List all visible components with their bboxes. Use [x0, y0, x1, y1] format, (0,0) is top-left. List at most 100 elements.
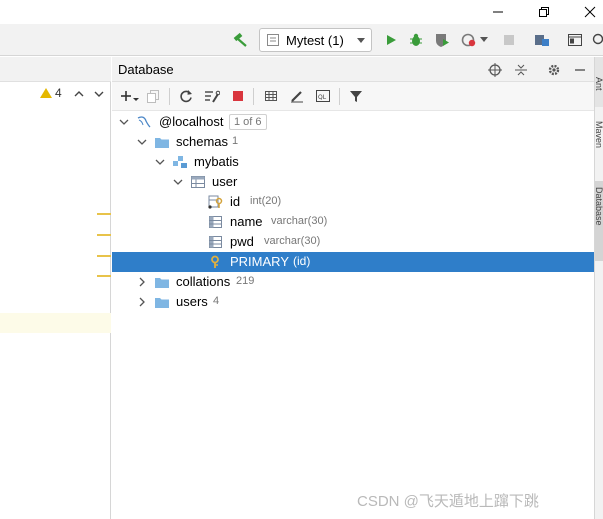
tree-node-column-name[interactable]: name varchar(30)	[112, 212, 594, 232]
settings-button[interactable]	[543, 57, 565, 82]
disconnect-button[interactable]	[227, 85, 249, 107]
gear-icon	[548, 64, 560, 75]
tree-node-column-pwd[interactable]: pwd varchar(30)	[112, 232, 594, 252]
duplicate-button[interactable]	[142, 85, 164, 107]
node-label: mybatis	[194, 154, 239, 169]
profile-options-button[interactable]	[477, 24, 491, 56]
close-window-button[interactable]	[570, 0, 603, 24]
bug-icon	[410, 33, 422, 46]
database-tab[interactable]: Database	[594, 181, 603, 261]
node-count: 219	[236, 275, 255, 287]
chevron-down-icon	[357, 38, 365, 43]
tree-node-users[interactable]: users 4	[112, 292, 594, 312]
node-label: PRIMARY	[230, 254, 289, 269]
coverage-button[interactable]	[431, 24, 453, 56]
chevron-down-icon	[480, 37, 488, 42]
project-structure-button[interactable]	[531, 24, 553, 56]
column-icon	[209, 236, 222, 248]
watermark: CSDN @飞天遁地上蹿下跳	[357, 493, 539, 510]
profiler-icon	[461, 33, 476, 47]
sql-console-icon: QL	[316, 90, 330, 102]
chevron-up-icon[interactable]	[73, 88, 85, 100]
toolbar-separator	[339, 88, 340, 105]
tree-node-schemas[interactable]: schemas 1	[112, 132, 594, 152]
node-count: 1	[232, 135, 239, 147]
open-query-console-button[interactable]: QL	[312, 85, 334, 107]
warning-marker[interactable]	[97, 213, 111, 215]
tree-node-primary-key[interactable]: PRIMARY (id)	[112, 252, 594, 272]
column-type: varchar(30)	[271, 215, 328, 227]
collapse-all-button[interactable]	[510, 57, 532, 82]
run-button[interactable]	[380, 24, 402, 56]
project-structure-icon	[535, 35, 549, 46]
schema-count-badge[interactable]: 1 of 6	[229, 114, 267, 130]
filter-button[interactable]	[345, 85, 367, 107]
build-button[interactable]	[229, 24, 251, 56]
tab-label: Maven	[594, 121, 603, 149]
tree-node-column-id[interactable]: id int(20)	[112, 192, 594, 212]
folder-icon	[155, 298, 169, 308]
database-header: Database	[112, 57, 594, 82]
node-label: id	[230, 194, 241, 209]
node-count: 4	[213, 295, 220, 307]
warning-icon	[40, 88, 52, 98]
tree-node-user-table[interactable]: user	[112, 172, 594, 192]
tree-node-localhost[interactable]: @localhost 1 of 6	[112, 112, 594, 132]
datasource-properties-button[interactable]	[201, 85, 223, 107]
main-toolbar: Mytest (1)	[0, 24, 603, 56]
minimize-icon	[493, 11, 503, 13]
debug-button[interactable]	[405, 24, 427, 56]
run-config-selector[interactable]: Mytest (1)	[259, 28, 372, 52]
minimize-button[interactable]	[478, 0, 518, 24]
copy-icon	[147, 90, 159, 103]
hide-panel-button[interactable]	[569, 57, 591, 82]
table-view-button[interactable]	[260, 85, 282, 107]
play-icon	[387, 35, 396, 45]
close-icon	[584, 6, 596, 18]
chevron-down-icon[interactable]	[93, 88, 105, 100]
inspection-widget[interactable]: 4	[40, 86, 62, 100]
stop-icon	[504, 35, 514, 45]
ant-tab[interactable]: Ant	[594, 57, 603, 107]
terminal-button[interactable]	[564, 24, 586, 56]
tree-node-mybatis[interactable]: mybatis	[112, 152, 594, 172]
add-datasource-button[interactable]	[116, 85, 144, 107]
refresh-button[interactable]	[175, 85, 197, 107]
chevron-down-icon[interactable]	[173, 177, 183, 187]
maven-tab[interactable]: Maven	[594, 115, 603, 173]
schema-icon	[173, 156, 187, 168]
node-label: pwd	[230, 234, 254, 249]
run-config-label: Mytest (1)	[286, 32, 344, 48]
database-toolbar: QL	[112, 82, 594, 111]
editor-panel: 4	[0, 57, 111, 519]
filter-icon	[350, 91, 362, 102]
chevron-down-icon[interactable]	[119, 117, 129, 127]
tab-label: Ant	[594, 77, 603, 91]
warning-marker[interactable]	[97, 234, 111, 236]
table-icon	[265, 91, 277, 101]
current-line-highlight	[0, 313, 111, 333]
chevron-right-icon[interactable]	[137, 277, 147, 287]
key-columns: (id)	[293, 254, 311, 268]
warning-marker[interactable]	[97, 275, 111, 277]
warning-count: 4	[55, 86, 62, 100]
config-file-icon	[267, 34, 279, 46]
folder-icon	[155, 138, 169, 148]
search-everywhere-button[interactable]	[590, 24, 603, 56]
chevron-down-icon[interactable]	[137, 137, 147, 147]
editor-tab-bar	[0, 57, 111, 82]
title-bar	[0, 0, 603, 24]
stop-button[interactable]	[498, 24, 520, 56]
collapse-icon	[515, 64, 527, 75]
warning-marker[interactable]	[97, 255, 111, 257]
tab-label: Database	[594, 187, 603, 226]
locate-button[interactable]	[484, 57, 506, 82]
chevron-down-icon[interactable]	[155, 157, 165, 167]
shield-run-icon	[436, 34, 449, 47]
svg-text:QL: QL	[318, 94, 327, 101]
database-tool-window: Database QL @localhost 1 of 6 schemas 1 …	[112, 57, 594, 519]
tree-node-collations[interactable]: collations 219	[112, 272, 594, 292]
chevron-right-icon[interactable]	[137, 297, 147, 307]
edit-source-button[interactable]	[286, 85, 308, 107]
restore-button[interactable]	[524, 0, 564, 24]
